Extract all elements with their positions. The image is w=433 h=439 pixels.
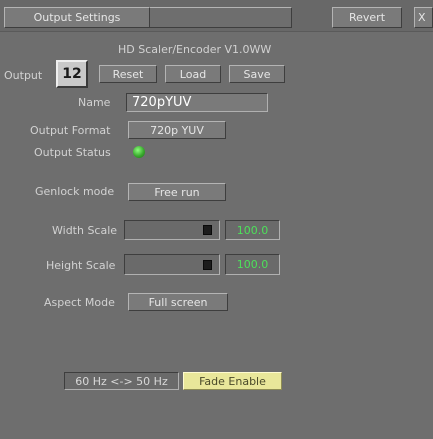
name-label: Name bbox=[78, 96, 111, 109]
output-number-value: 12 bbox=[62, 66, 82, 82]
output-settings-tab-button[interactable]: Output Settings bbox=[4, 7, 150, 28]
width-scale-value: 100.0 bbox=[236, 223, 269, 237]
reset-label: Reset bbox=[112, 67, 144, 81]
output-label: Output bbox=[4, 69, 43, 82]
name-input[interactable]: 720pYUV bbox=[126, 93, 268, 112]
height-scale-label: Height Scale bbox=[46, 259, 116, 272]
height-scale-value-field[interactable]: 100.0 bbox=[225, 254, 280, 275]
output-status-label: Output Status bbox=[34, 146, 111, 159]
width-scale-slider-handle[interactable] bbox=[203, 225, 212, 235]
output-status-led-icon bbox=[133, 146, 145, 158]
hz-toggle-label: 60 Hz <-> 50 Hz bbox=[75, 374, 168, 388]
load-button[interactable]: Load bbox=[165, 65, 221, 83]
output-format-value: 720p YUV bbox=[150, 123, 204, 137]
aspect-mode-button[interactable]: Full screen bbox=[128, 293, 228, 311]
genlock-label: Genlock mode bbox=[35, 185, 115, 198]
device-title: HD Scaler/Encoder V1.0WW bbox=[118, 43, 272, 56]
fade-enable-label: Fade Enable bbox=[199, 374, 266, 388]
load-label: Load bbox=[179, 67, 207, 81]
width-scale-slider[interactable] bbox=[124, 220, 220, 240]
toolbar-empty-field bbox=[150, 7, 292, 28]
hz-toggle-button[interactable]: 60 Hz <-> 50 Hz bbox=[64, 372, 179, 390]
name-value: 720pYUV bbox=[132, 95, 192, 110]
fade-enable-button[interactable]: Fade Enable bbox=[183, 372, 282, 390]
save-button[interactable]: Save bbox=[229, 65, 285, 83]
revert-button[interactable]: Revert bbox=[332, 7, 402, 28]
output-settings-label: Output Settings bbox=[33, 11, 121, 24]
aspect-mode-label: Aspect Mode bbox=[44, 296, 115, 309]
close-icon: X bbox=[418, 11, 426, 24]
reset-button[interactable]: Reset bbox=[99, 65, 157, 83]
save-label: Save bbox=[243, 67, 271, 81]
output-number-selector[interactable]: 12 bbox=[56, 60, 88, 88]
width-scale-label: Width Scale bbox=[52, 224, 118, 237]
output-format-label: Output Format bbox=[30, 124, 111, 137]
height-scale-value: 100.0 bbox=[236, 258, 269, 271]
genlock-mode-button[interactable]: Free run bbox=[128, 183, 226, 201]
genlock-value: Free run bbox=[154, 185, 200, 199]
revert-label: Revert bbox=[348, 11, 386, 24]
close-button[interactable]: X bbox=[414, 7, 433, 28]
output-format-button[interactable]: 720p YUV bbox=[128, 121, 226, 139]
height-scale-slider-handle[interactable] bbox=[203, 260, 212, 270]
width-scale-value-field[interactable]: 100.0 bbox=[225, 220, 280, 240]
height-scale-slider[interactable] bbox=[124, 254, 220, 275]
aspect-mode-value: Full screen bbox=[148, 295, 208, 309]
